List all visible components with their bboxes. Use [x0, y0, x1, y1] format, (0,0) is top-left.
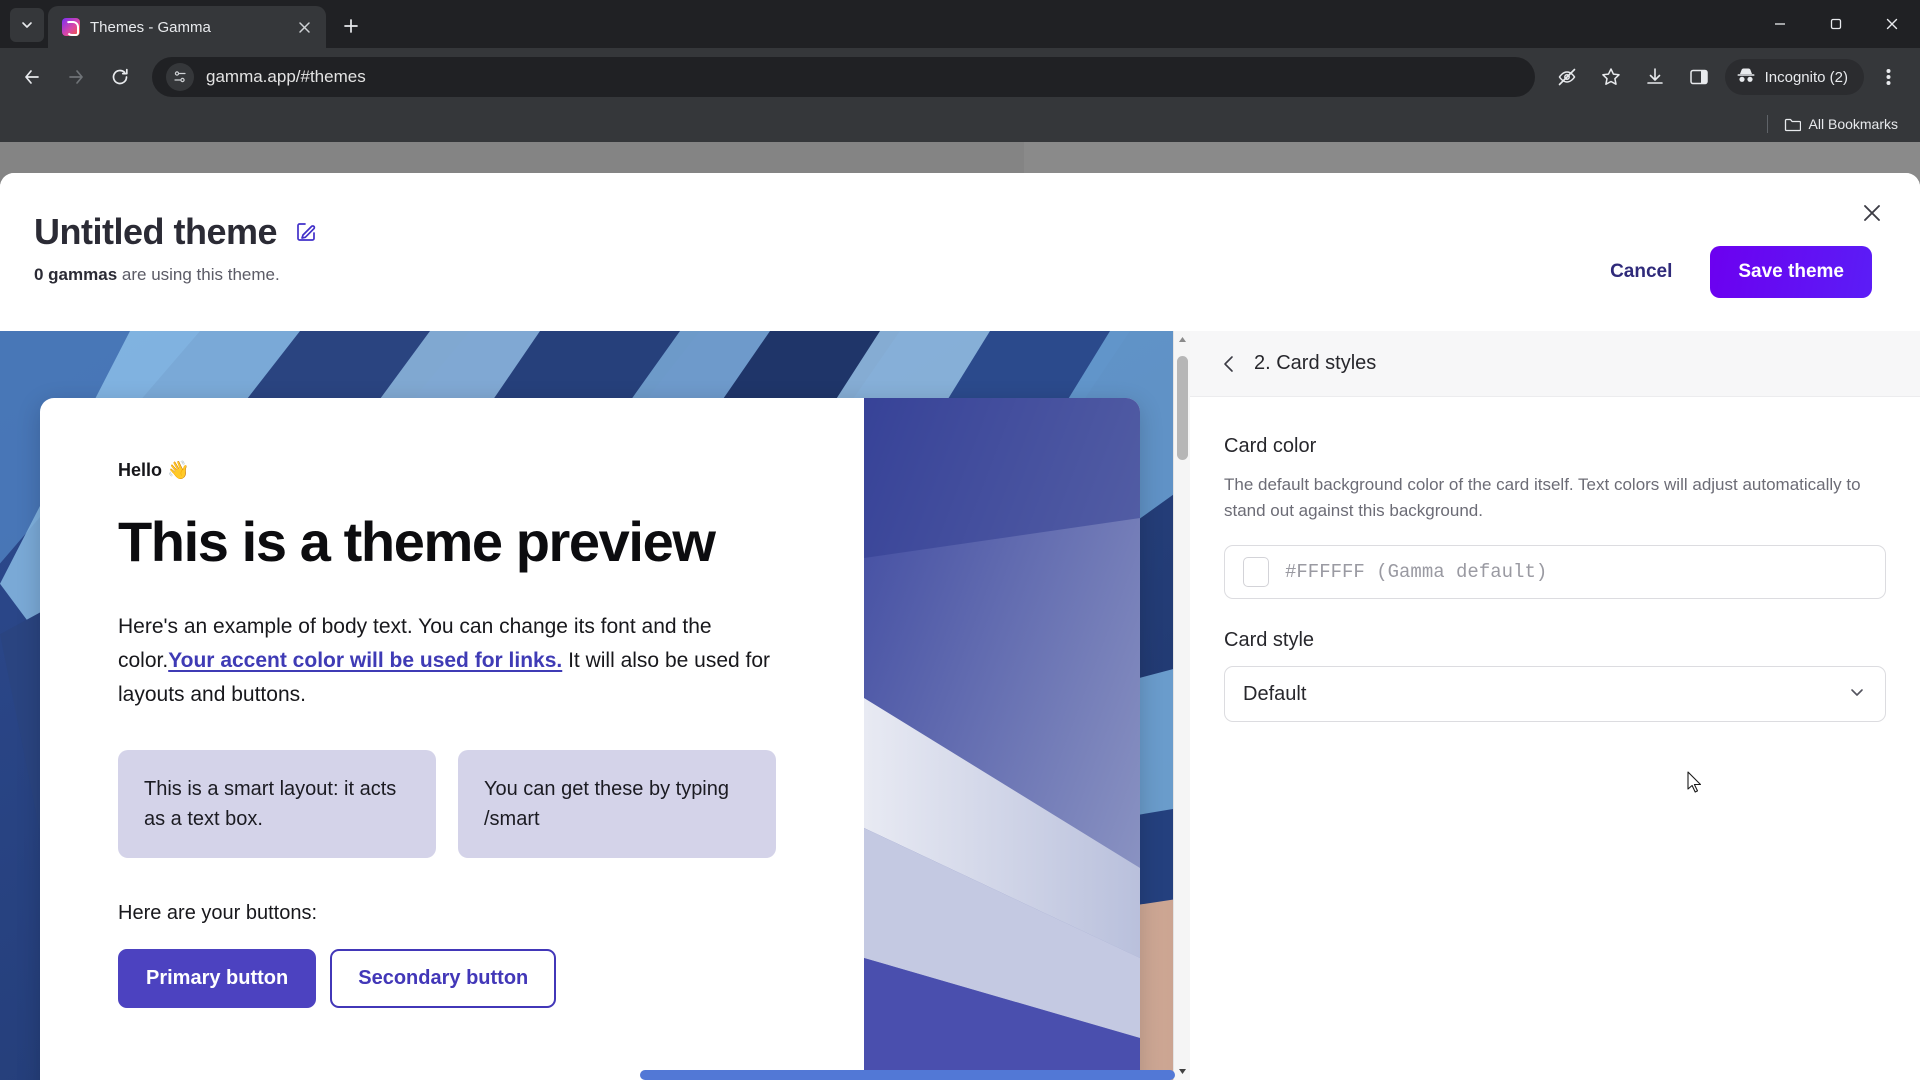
eye-off-icon[interactable] [1547, 57, 1587, 97]
bookmarks-bar: All Bookmarks [0, 106, 1920, 142]
settings-header: 2. Card styles [1190, 331, 1920, 397]
card-color-input[interactable]: #FFFFFF (Gamma default) [1224, 545, 1886, 599]
preview-accent-link[interactable]: Your accent color will be used for links… [168, 649, 562, 672]
divider [1766, 115, 1768, 133]
close-window-icon [1886, 18, 1898, 30]
page-title: Untitled theme [34, 211, 278, 252]
reload-button[interactable] [100, 57, 140, 97]
card-color-label: Card color [1224, 435, 1317, 457]
minimize-icon [1775, 23, 1785, 25]
modal-header: Untitled theme 0 gammas are using this t… [0, 173, 1920, 331]
back-chevron-icon[interactable] [1218, 353, 1240, 375]
close-icon [298, 21, 310, 33]
minimize-button[interactable] [1752, 0, 1808, 48]
bookmark-star-icon[interactable] [1591, 57, 1631, 97]
theme-preview-pane: Hello 👋 This is a theme preview Here's a… [0, 331, 1190, 1080]
gamma-count-rest: are using this theme. [117, 265, 280, 284]
browser-toolbar: gamma.app/#themes Incognito (2) [0, 48, 1920, 106]
preview-vertical-scrollbar[interactable] [1173, 331, 1190, 1080]
cancel-button[interactable]: Cancel [1594, 249, 1688, 295]
gamma-count: 0 gammas [34, 265, 118, 284]
forward-arrow-icon [69, 70, 83, 84]
preview-buttons-label: Here are your buttons: [118, 901, 317, 924]
maximize-icon [1830, 18, 1842, 30]
close-modal-button[interactable] [1854, 195, 1890, 231]
chevron-down-icon [22, 22, 32, 28]
settings-pane: 2. Card styles Card color The default ba… [1190, 331, 1920, 1080]
card-color-description: The default background color of the card… [1224, 475, 1861, 520]
preview-primary-button[interactable]: Primary button [118, 948, 317, 1008]
modal-actions: Cancel Save theme [1594, 246, 1872, 298]
preview-button-row: Primary button Secondary button [118, 948, 806, 1008]
back-button[interactable] [12, 57, 52, 97]
reload-icon [112, 68, 128, 85]
preview-heading: This is a theme preview [118, 510, 716, 573]
scrollbar-thumb[interactable] [1176, 356, 1188, 460]
three-dot-menu-icon[interactable] [1868, 57, 1908, 97]
new-tab-button[interactable] [334, 9, 368, 43]
tab-strip: Themes - Gamma [0, 0, 1920, 48]
preview-horizontal-scrollbar[interactable] [640, 1070, 1175, 1080]
preview-body-text: Here's an example of body text. You can … [118, 610, 806, 712]
scroll-down-arrow-icon[interactable] [1174, 1063, 1191, 1080]
preview-hello: Hello 👋 [118, 460, 190, 480]
url-text: gamma.app/#themes [206, 67, 366, 86]
all-bookmarks-button[interactable]: All Bookmarks [1778, 112, 1904, 136]
settings-content: Card color The default background color … [1190, 397, 1920, 722]
browser-window: Themes - Gamma gamma.app/#themes Incogni… [0, 0, 1920, 1080]
page-content-area: Untitled theme 0 gammas are using this t… [0, 142, 1920, 1080]
preview-card-image [864, 398, 1140, 1080]
browser-tab[interactable]: Themes - Gamma [48, 6, 326, 48]
settings-step-title: 2. Card styles [1254, 352, 1377, 374]
card-color-placeholder: #FFFFFF (Gamma default) [1285, 561, 1548, 583]
profile-button[interactable]: Incognito (2) [1724, 59, 1864, 95]
chevron-down-icon [1847, 682, 1867, 707]
maximize-button[interactable] [1808, 0, 1864, 48]
folder-icon [1784, 118, 1801, 131]
card-style-value: Default [1243, 682, 1307, 705]
window-controls [1752, 0, 1920, 48]
gamma-logo-icon [62, 18, 80, 36]
preview-secondary-button[interactable]: Secondary button [330, 948, 557, 1008]
incognito-icon [1735, 66, 1757, 88]
close-icon [1864, 205, 1880, 221]
download-icon[interactable] [1635, 57, 1675, 97]
close-tab-button[interactable] [292, 15, 316, 39]
all-bookmarks-label: All Bookmarks [1808, 116, 1898, 132]
preview-card-text: Hello 👋 This is a theme preview Here's a… [40, 398, 864, 1080]
card-style-label: Card style [1224, 629, 1315, 651]
preview-card: Hello 👋 This is a theme preview Here's a… [40, 398, 1140, 1080]
color-swatch[interactable] [1243, 557, 1269, 587]
plus-icon [344, 19, 358, 33]
profile-label: Incognito (2) [1764, 68, 1848, 86]
tab-search-button[interactable] [10, 8, 44, 42]
smart-layout-row: This is a smart layout: it acts as a tex… [118, 749, 806, 858]
close-window-button[interactable] [1864, 0, 1920, 48]
modal-body: Hello 👋 This is a theme preview Here's a… [0, 331, 1920, 1080]
smart-layout-box: This is a smart layout: it acts as a tex… [118, 749, 436, 858]
save-theme-button[interactable]: Save theme [1710, 246, 1872, 298]
scroll-up-arrow-icon[interactable] [1174, 331, 1191, 348]
forward-button[interactable] [56, 57, 96, 97]
card-style-select[interactable]: Default [1224, 666, 1886, 722]
site-settings-icon[interactable] [166, 63, 194, 91]
theme-editor-modal: Untitled theme 0 gammas are using this t… [0, 173, 1920, 1080]
smart-layout-box: You can get these by typing /smart [458, 749, 776, 858]
back-arrow-icon [25, 70, 39, 84]
address-bar[interactable]: gamma.app/#themes [152, 57, 1535, 97]
edit-pencil-icon[interactable] [293, 219, 319, 245]
scrollbar-track[interactable] [1174, 348, 1191, 1063]
side-panel-icon[interactable] [1679, 57, 1719, 97]
tab-title: Themes - Gamma [90, 18, 211, 36]
